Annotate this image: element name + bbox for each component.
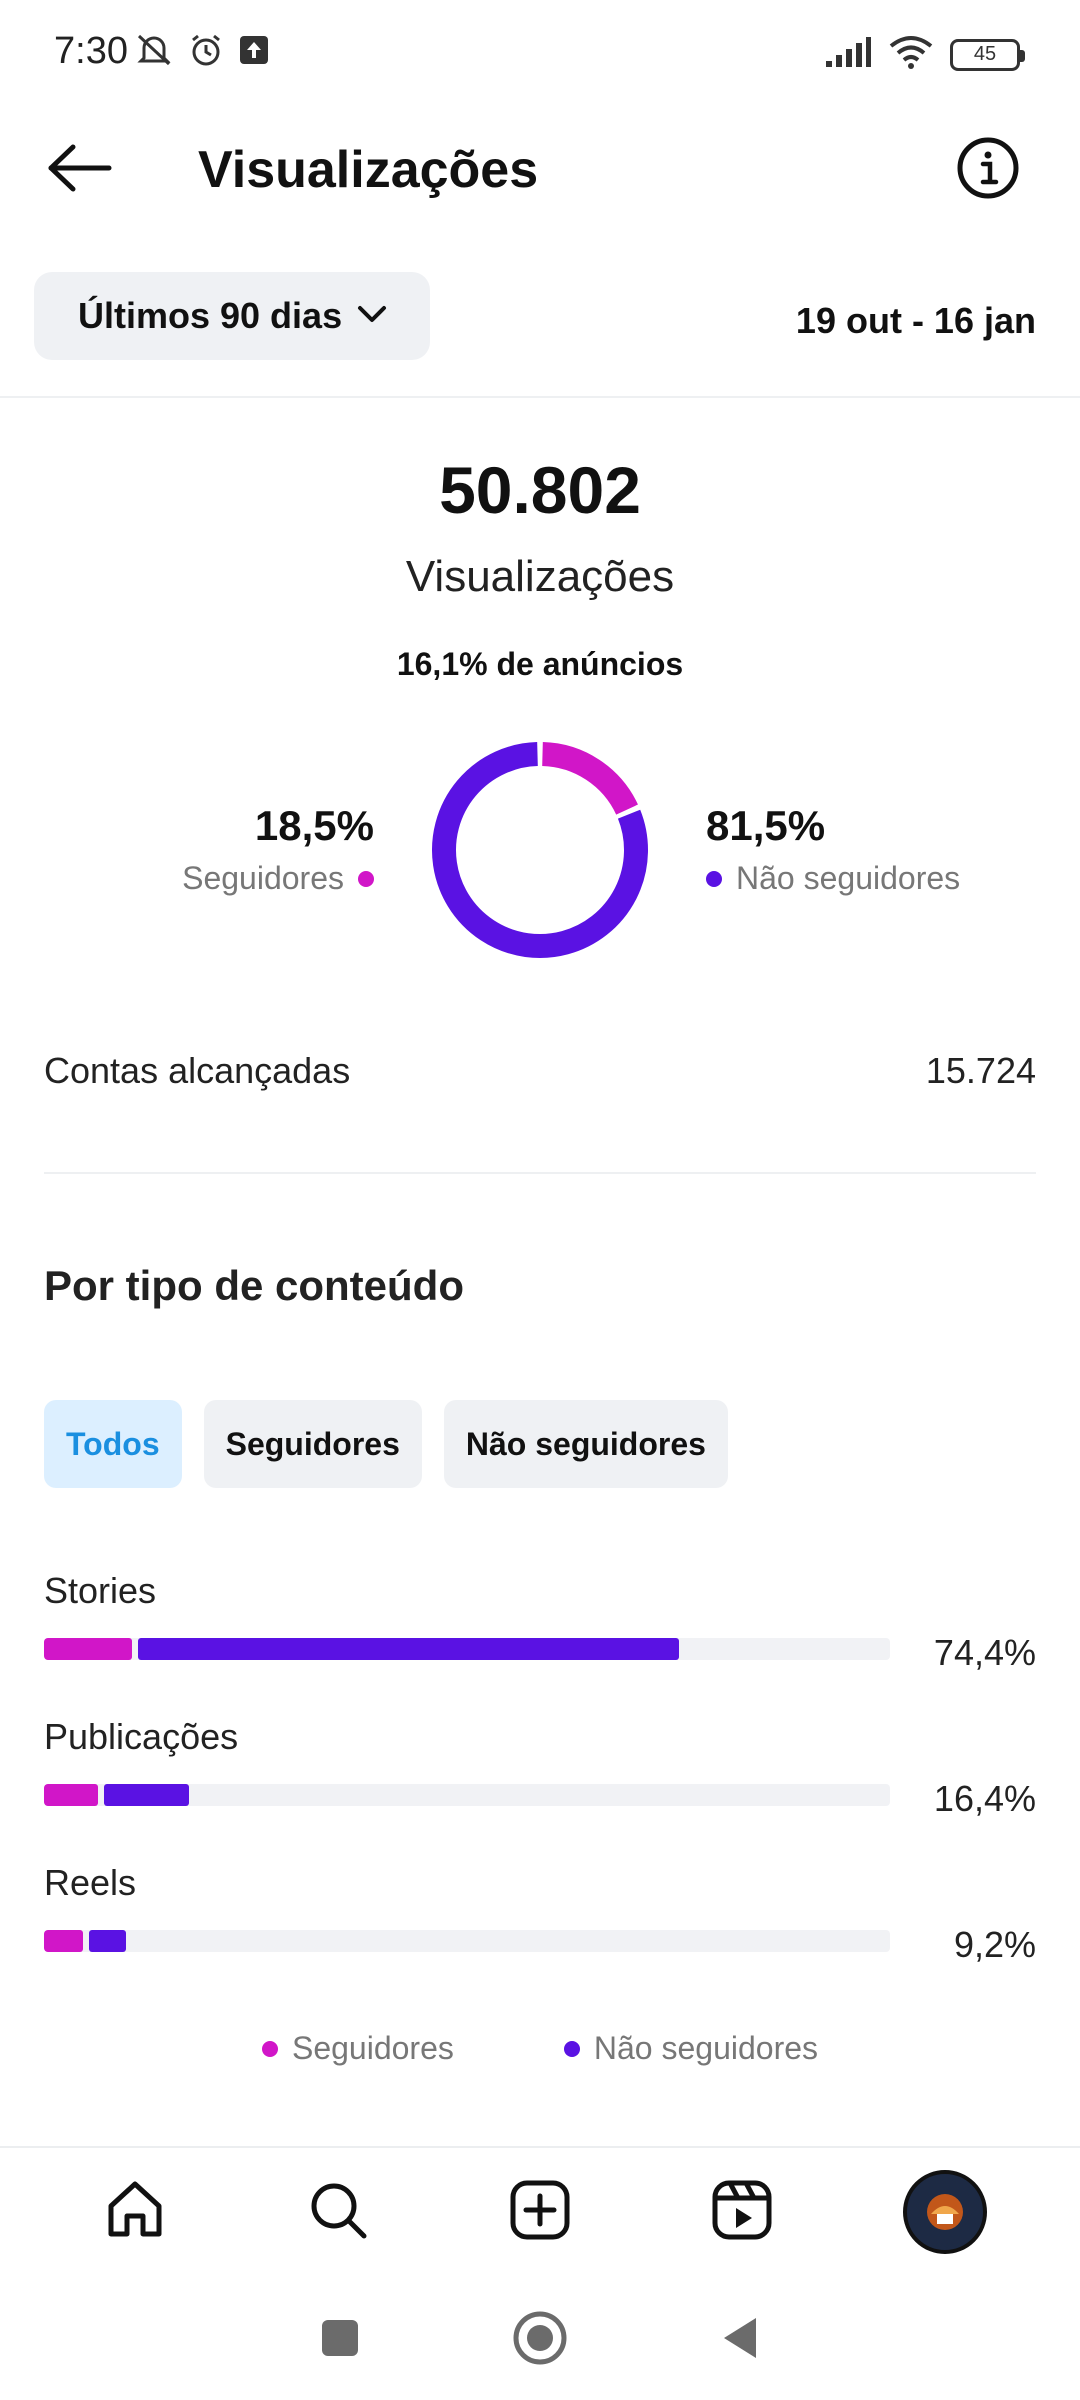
non-followers-dot [706, 870, 722, 887]
followers-dot [358, 870, 374, 887]
content-row-posts: Publicações 16,4% [44, 1716, 1036, 1862]
content-row-value: 74,4% [933, 1632, 1036, 1673]
nav-reels[interactable] [687, 2157, 797, 2267]
ads-share: 16,1% de anúncios [396, 646, 684, 682]
followers-bar [44, 1784, 99, 1806]
nav-create[interactable] [485, 2157, 595, 2267]
total-views-label: Visualizações [405, 552, 675, 601]
legend-followers: Seguidores [261, 2030, 454, 2067]
chevron-down-icon [356, 302, 388, 331]
nav-profile[interactable] [890, 2157, 1000, 2267]
content-row-value: 16,4% [933, 1778, 1036, 1819]
content-legend: Seguidores Não seguidores [0, 2030, 1080, 2067]
reels-icon [710, 2178, 774, 2247]
search-icon [306, 2178, 370, 2247]
followers-bar [44, 1930, 83, 1952]
status-icons-right: 45 [824, 34, 1025, 75]
accounts-reached-value: 15.724 [925, 1050, 1036, 1091]
content-row-reels: Reels 9,2% [44, 1862, 1036, 2008]
home-system-button[interactable] [512, 2310, 568, 2371]
non-followers-legend-label: Não seguidores [736, 860, 961, 896]
content-bar-track [44, 1784, 890, 1806]
non-followers-dot [563, 2040, 580, 2057]
info-button[interactable] [948, 130, 1028, 210]
status-icons-left [134, 32, 270, 73]
non-followers-legend: 81,5% Não seguidores [706, 802, 960, 897]
content-filter-tabs: Todos Seguidores Não seguidores [44, 1400, 728, 1488]
back-button[interactable] [40, 130, 120, 210]
divider [44, 1172, 1036, 1174]
non-followers-bar [137, 1638, 680, 1660]
divider [0, 396, 1080, 398]
system-nav [0, 2280, 1080, 2400]
accounts-reached-label: Contas alcançadas [44, 1050, 351, 1091]
legend-non-followers-label: Não seguidores [593, 2030, 819, 2066]
plus-square-icon [508, 2178, 572, 2247]
followers-legend: 18,5% Seguidores [182, 802, 374, 897]
page-title: Visualizações [198, 141, 539, 199]
non-followers-pct: 81,5% [706, 802, 826, 849]
filter-followers[interactable]: Seguidores [203, 1400, 422, 1488]
content-type-list: Stories 74,4% Publicações 16,4% Reels 9,… [44, 1570, 1036, 2008]
views-donut-chart [432, 742, 648, 958]
signal-icon [824, 35, 872, 74]
bell-off-icon [134, 32, 174, 73]
content-row-label: Reels [44, 1862, 137, 1903]
followers-legend-label: Seguidores [182, 860, 344, 896]
non-followers-legend-sub: Não seguidores [706, 860, 960, 897]
followers-slice [541, 742, 638, 815]
followers-legend-sub: Seguidores [182, 860, 374, 897]
status-time: 7:30 [54, 30, 128, 72]
content-row-stories: Stories 74,4% [44, 1570, 1036, 1716]
status-bar: 7:30 45 [0, 0, 1080, 110]
filter-non-followers[interactable]: Não seguidores [443, 1400, 728, 1488]
header: Visualizações [0, 110, 1080, 220]
content-row-value: 9,2% [953, 1924, 1036, 1965]
content-row-label: Publicações [44, 1716, 239, 1757]
followers-pct: 18,5% [254, 802, 374, 849]
arrow-left-icon [47, 143, 113, 198]
recents-button[interactable] [318, 2316, 362, 2365]
filter-all[interactable]: Todos [44, 1400, 182, 1488]
nav-home[interactable] [80, 2157, 190, 2267]
non-followers-bar [88, 1930, 127, 1952]
legend-followers-label: Seguidores [291, 2030, 454, 2066]
nav-search[interactable] [283, 2157, 393, 2267]
followers-dot [261, 2040, 278, 2057]
back-system-button[interactable] [718, 2314, 762, 2367]
period-dropdown[interactable]: Últimos 90 dias [34, 272, 430, 360]
wifi-icon [888, 34, 934, 75]
alarm-icon [188, 32, 224, 73]
content-bar-track [44, 1930, 890, 1952]
content-bar-track [44, 1638, 890, 1660]
non-followers-bar [104, 1784, 189, 1806]
avatar [902, 2170, 987, 2254]
info-icon [956, 136, 1020, 205]
content-row-label: Stories [44, 1570, 157, 1611]
section-title: Por tipo de conteúdo [44, 1262, 464, 1309]
bottom-nav [0, 2146, 1080, 2276]
upload-notification-icon [238, 34, 270, 71]
legend-non-followers: Não seguidores [563, 2030, 819, 2067]
followers-bar [44, 1638, 132, 1660]
date-range: 19 out - 16 jan [795, 300, 1036, 341]
total-views-value: 50.802 [439, 453, 641, 527]
home-icon [103, 2178, 167, 2247]
battery-indicator: 45 [950, 38, 1025, 71]
period-label: Últimos 90 dias [78, 295, 343, 336]
